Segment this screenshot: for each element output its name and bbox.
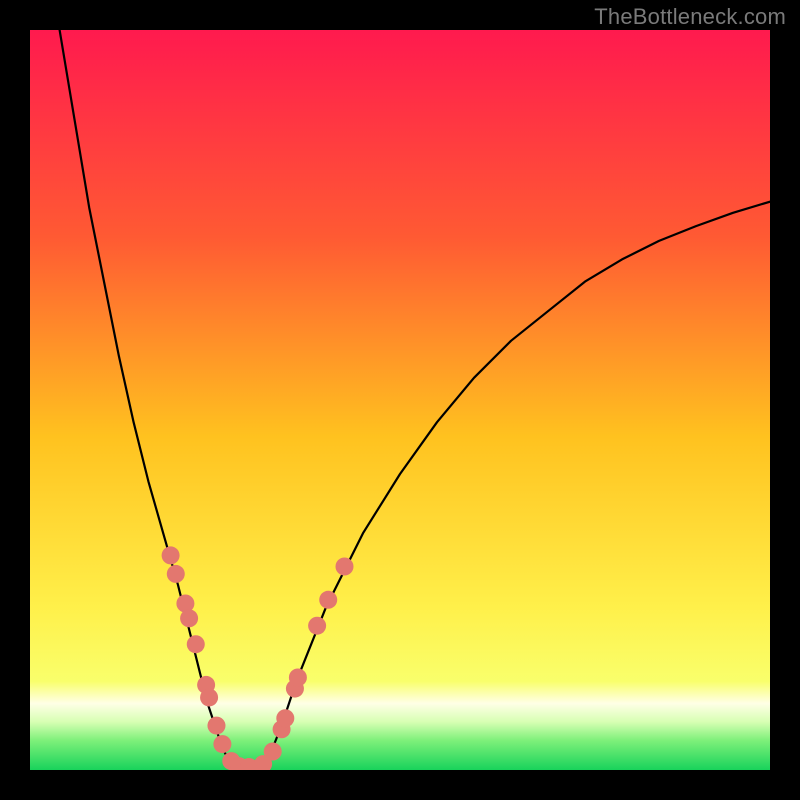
highlight-dot: [289, 669, 307, 687]
chart-frame: [30, 30, 770, 770]
highlight-dot: [162, 546, 180, 564]
highlight-dot: [167, 565, 185, 583]
highlight-dot: [207, 717, 225, 735]
highlight-dot: [276, 709, 294, 727]
highlight-dot: [180, 609, 198, 627]
highlight-dot: [187, 635, 205, 653]
highlight-dot: [213, 735, 231, 753]
highlight-dot: [200, 688, 218, 706]
heat-gradient-bg: [30, 30, 770, 770]
highlight-dot: [308, 617, 326, 635]
highlight-dot: [264, 743, 282, 761]
chart-outer: TheBottleneck.com: [0, 0, 800, 800]
highlight-dot: [336, 558, 354, 576]
bottleneck-chart: [30, 30, 770, 770]
watermark-text: TheBottleneck.com: [594, 4, 786, 30]
highlight-dot: [319, 591, 337, 609]
